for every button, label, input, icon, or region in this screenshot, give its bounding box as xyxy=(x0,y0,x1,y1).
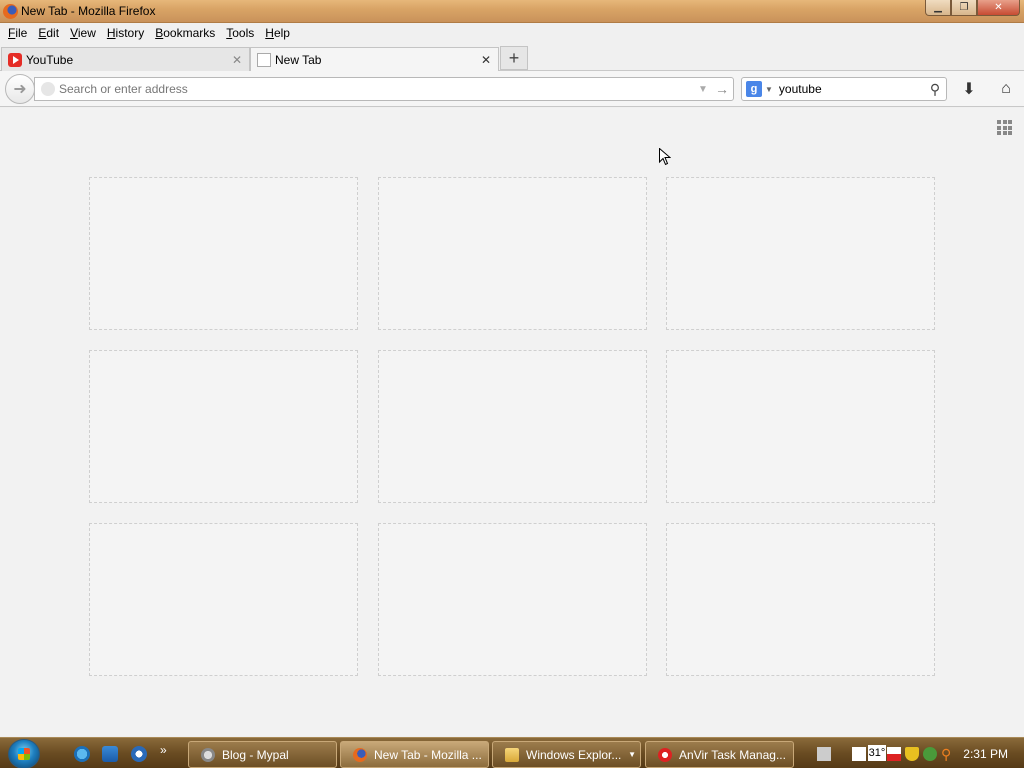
menu-file[interactable]: File xyxy=(4,23,34,45)
empty-tile[interactable] xyxy=(89,177,358,330)
tab-new-tab[interactable]: New Tab ✕ xyxy=(250,47,499,72)
task-label: New Tab - Mozilla ... xyxy=(374,747,482,762)
taskbar: » Blog - Mypal New Tab - Mozilla ... Win… xyxy=(0,737,1024,768)
close-tab-icon[interactable]: ✕ xyxy=(478,53,494,67)
url-bar[interactable]: ▼ → xyxy=(34,77,734,101)
tab-youtube[interactable]: YouTube ✕ xyxy=(1,47,250,71)
task-label: Windows Explor... xyxy=(526,747,622,762)
firefox-icon xyxy=(353,747,367,762)
history-dropdown-icon[interactable]: ▼ xyxy=(695,84,711,95)
taskbar-item-explorer[interactable]: Windows Explor... ▼ xyxy=(492,741,641,768)
search-tray-icon[interactable]: ⚲ xyxy=(941,747,955,761)
blank-page-icon xyxy=(257,53,271,67)
home-button[interactable]: ⌂ xyxy=(995,79,1017,99)
task-label: AnVir Task Manag... xyxy=(679,747,786,762)
close-tab-icon[interactable]: ✕ xyxy=(229,53,245,67)
window-controls: ▁ ❐ ✕ xyxy=(925,0,1020,17)
empty-tile[interactable] xyxy=(378,523,647,676)
download-arrow-icon: ⬇ xyxy=(962,81,976,98)
tray-app-icon[interactable] xyxy=(852,747,866,761)
minimize-button[interactable]: ▁ xyxy=(925,0,951,16)
empty-tile[interactable] xyxy=(89,350,358,503)
firefox-logo-icon xyxy=(3,4,18,19)
clock[interactable]: 2:31 PM xyxy=(963,747,1008,761)
title-bar: New Tab - Mozilla Firefox ▁ ❐ ✕ xyxy=(0,0,1024,23)
search-engine-dropdown-icon[interactable]: ▼ xyxy=(765,85,773,94)
menu-history[interactable]: History xyxy=(103,23,151,45)
empty-tile[interactable] xyxy=(378,350,647,503)
menu-tools[interactable]: Tools xyxy=(222,23,261,45)
quicklaunch-app-icon[interactable] xyxy=(102,746,118,762)
menu-view[interactable]: View xyxy=(66,23,103,45)
internet-explorer-icon[interactable] xyxy=(74,746,90,762)
empty-tile[interactable] xyxy=(666,523,935,676)
taskbar-item-firefox[interactable]: New Tab - Mozilla ... xyxy=(340,741,489,768)
empty-tile[interactable] xyxy=(666,350,935,503)
search-bar[interactable]: g ▼ ⚲ xyxy=(741,77,947,101)
navigation-bar: ➜ ▼ → g ▼ ⚲ ⬇ ⌂ xyxy=(0,71,1024,107)
taskbar-item-blog[interactable]: Blog - Mypal xyxy=(188,741,337,768)
blog-icon xyxy=(201,747,215,762)
quicklaunch-more-icon[interactable]: » xyxy=(160,743,167,757)
identity-icon xyxy=(41,82,55,96)
menu-bookmarks[interactable]: Bookmarks xyxy=(151,23,222,45)
tab-label: YouTube xyxy=(26,52,74,67)
search-icon[interactable]: ⚲ xyxy=(924,81,946,98)
maximize-button[interactable]: ❐ xyxy=(951,0,977,16)
window-title: New Tab - Mozilla Firefox xyxy=(21,4,156,18)
go-arrow-icon[interactable]: → xyxy=(711,81,733,97)
downloads-button[interactable]: ⬇ xyxy=(958,79,980,99)
new-tab-button[interactable]: + xyxy=(500,46,528,70)
new-tab-page xyxy=(0,108,1024,736)
back-arrow-icon: ➜ xyxy=(13,81,27,98)
folder-icon xyxy=(505,747,519,762)
temperature-readout[interactable]: 31° xyxy=(868,745,886,761)
search-input[interactable] xyxy=(778,82,924,96)
menu-edit[interactable]: Edit xyxy=(34,23,66,45)
keyboard-icon[interactable] xyxy=(817,747,831,761)
grid-toggle-icon[interactable] xyxy=(997,120,1012,135)
media-player-icon[interactable] xyxy=(131,746,147,762)
shield-icon[interactable] xyxy=(905,747,919,761)
empty-tile[interactable] xyxy=(89,523,358,676)
start-button[interactable] xyxy=(8,739,40,768)
close-window-button[interactable]: ✕ xyxy=(977,0,1020,16)
home-icon: ⌂ xyxy=(1001,80,1011,97)
google-icon[interactable]: g xyxy=(746,81,762,97)
empty-tile[interactable] xyxy=(378,177,647,330)
taskbar-item-anvir[interactable]: AnVir Task Manag... xyxy=(645,741,794,768)
task-label: Blog - Mypal xyxy=(222,747,289,762)
back-button[interactable]: ➜ xyxy=(5,74,35,104)
menu-bar: File Edit View History Bookmarks Tools H… xyxy=(0,23,1024,45)
empty-tile[interactable] xyxy=(666,177,935,330)
network-icon[interactable] xyxy=(923,747,937,761)
system-tray: 31° ⚲ 2:31 PM xyxy=(815,738,1024,768)
mouse-cursor-icon xyxy=(659,148,671,166)
tab-label: New Tab xyxy=(275,53,322,67)
anvir-icon xyxy=(658,747,672,762)
group-dropdown-icon[interactable]: ▼ xyxy=(628,750,636,759)
url-input[interactable] xyxy=(59,82,695,96)
youtube-icon xyxy=(8,52,22,67)
menu-help[interactable]: Help xyxy=(261,23,297,45)
flag-icon[interactable] xyxy=(887,747,901,761)
